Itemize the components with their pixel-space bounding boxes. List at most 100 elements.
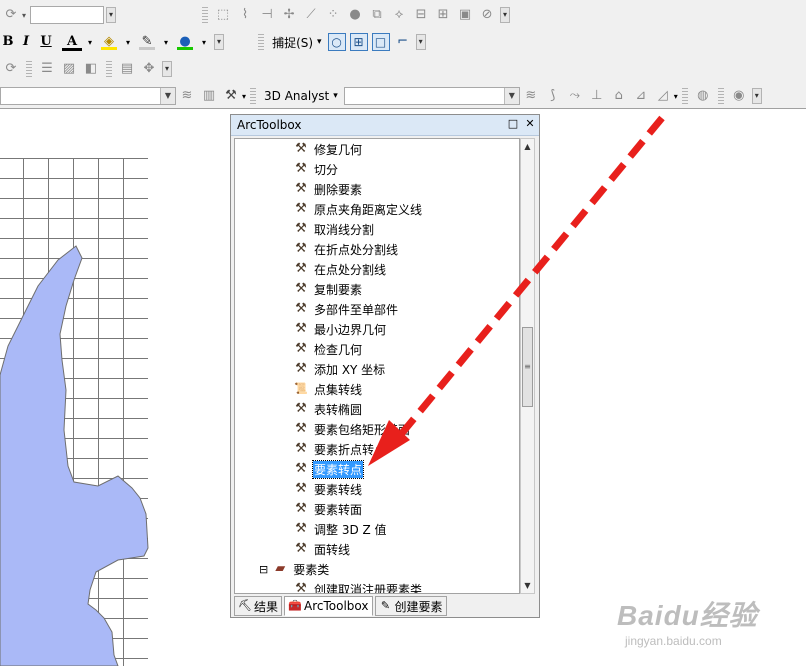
tool-item[interactable]: ⚒ 在点处分割线 <box>293 260 387 278</box>
edit-vertices-icon[interactable]: ⬚ <box>215 7 231 23</box>
sketch-icon[interactable]: ⟡ <box>391 7 407 23</box>
edge-snapping-icon[interactable]: ⌐ <box>395 34 411 50</box>
scroll-thumb[interactable]: ≡ <box>522 327 533 407</box>
tool-item[interactable]: ⚒ 在折点处分割线 <box>293 240 399 258</box>
histogram-icon[interactable]: ▥ <box>201 88 217 104</box>
fill-color-dropdown-icon[interactable]: ▾ <box>126 38 130 47</box>
toolbar-grip[interactable] <box>202 7 209 23</box>
tool-item[interactable]: ⚒ 取消线分割 <box>293 220 375 238</box>
topology-icon[interactable]: ▣ <box>457 7 473 23</box>
attributes-icon[interactable]: ⧉ <box>369 7 385 23</box>
globe-dropdown-icon[interactable]: ◉ <box>731 88 747 104</box>
font-color-button[interactable]: A <box>62 33 82 51</box>
tab-toolbox[interactable]: 🧰 ArcToolbox <box>284 596 373 616</box>
toolbar-grip[interactable] <box>250 88 257 104</box>
profile-icon[interactable]: ⊿ <box>633 88 649 104</box>
tool-item[interactable]: ⚒ 要素折点转点 <box>293 440 387 458</box>
font-color-dropdown-icon[interactable]: ▾ <box>88 38 92 47</box>
end-snapping-icon[interactable]: ⊞ <box>349 33 368 51</box>
sphere-icon[interactable]: ● <box>347 7 363 23</box>
map-view[interactable] <box>0 110 230 666</box>
toolbar-grip[interactable] <box>258 34 265 50</box>
move-icon[interactable]: ✢ <box>281 7 297 23</box>
3d-layer-dropdown[interactable]: ▼ <box>343 87 520 105</box>
toolset-features[interactable]: ⊟ ▰ 要素类 <box>259 560 330 578</box>
refresh-icon[interactable]: ⟳ <box>3 61 19 77</box>
interpolate-icon[interactable]: ⌂ <box>611 88 627 104</box>
3d-analyst-menu-label[interactable]: 3D Analyst <box>264 89 329 103</box>
marker-color-dropdown-icon[interactable]: ▾ <box>202 38 206 47</box>
tool-item[interactable]: ⚒ 要素转点 <box>293 459 365 479</box>
toolbox-tree[interactable]: ⚒ 修复几何 ⚒ 切分 ⚒ 删除要素 ⚒ 原点夹角距离定义线 ⚒ 取消线分割 ⚒ 在折点处分割线 ⚒ 在点… <box>234 138 520 594</box>
tool-item[interactable]: ⚒ 创建取消注册要素类 <box>293 580 423 593</box>
tool-item[interactable]: ⚒ 调整 3D Z 值 <box>293 520 388 538</box>
graph-dropdown-icon[interactable]: ▾ <box>674 92 678 101</box>
collapse-icon[interactable]: ⊟ <box>259 563 268 576</box>
tool-item[interactable]: ⚒ 原点夹角距离定义线 <box>293 200 423 218</box>
tab-create-features[interactable]: ✎ 创建要素 <box>374 596 447 616</box>
scroll-up-icon[interactable]: ▲ <box>521 139 534 154</box>
toolbar-options-chevron[interactable]: ▾ <box>106 7 117 23</box>
close-icon[interactable]: ✕ <box>524 118 536 130</box>
contour-icon[interactable]: ≋ <box>523 88 539 104</box>
tab-results[interactable]: ⛏ 结果 <box>234 596 283 616</box>
observer-icon[interactable]: ⊥ <box>589 88 605 104</box>
toolbar-grip[interactable] <box>26 61 32 77</box>
tool-item[interactable]: ⚒ 要素转线 <box>293 480 363 498</box>
rotate-dropdown-icon[interactable]: ▾ <box>22 11 26 20</box>
hammer-tool-dropdown-icon[interactable]: ▾ <box>242 92 246 101</box>
tool-item[interactable]: ⚒ 表转椭圆 <box>293 400 363 418</box>
tool-item[interactable]: 📜 点集转线 <box>293 380 363 398</box>
tool-item[interactable]: ⚒ 最小边界几何 <box>293 320 387 338</box>
graph-icon[interactable]: ◿ <box>655 88 671 104</box>
toolbar-options-chevron[interactable]: ▾ <box>415 34 426 50</box>
toolbar-grip[interactable] <box>717 88 724 104</box>
toolbar-options-chevron[interactable]: ▾ <box>500 7 511 23</box>
tool-item[interactable]: ⚒ 切分 <box>293 160 339 178</box>
align-icon[interactable]: ⊟ <box>413 7 429 23</box>
fill-color-icon[interactable]: ◈ <box>101 34 118 50</box>
3d-analyst-dropdown-icon[interactable]: ▾ <box>333 91 338 101</box>
toolbar-grip[interactable] <box>681 88 688 104</box>
rotate-icon[interactable]: ⟳ <box>3 7 19 23</box>
line-color-dropdown-icon[interactable]: ▾ <box>164 38 168 47</box>
scroll-down-icon[interactable]: ▼ <box>521 578 534 593</box>
marker-color-icon[interactable]: ● <box>177 34 194 50</box>
image-icon[interactable]: ▨ <box>61 61 77 77</box>
tool-item[interactable]: ⚒ 修复几何 <box>293 140 363 158</box>
layer-icon[interactable]: ◧ <box>83 61 99 77</box>
tool-item[interactable]: ⚒ 面转线 <box>293 540 351 558</box>
line-color-icon[interactable]: ✎ <box>139 34 156 50</box>
chart-icon[interactable]: ▤ <box>119 61 135 77</box>
list-icon[interactable]: ☰ <box>39 61 55 77</box>
globe-icon[interactable]: ◍ <box>695 88 711 104</box>
tool-item[interactable]: ⚒ 要素包络矩形转面 <box>293 420 411 438</box>
layer-dropdown[interactable]: ▼ <box>0 87 176 105</box>
bold-button[interactable]: B <box>0 33 16 51</box>
vertex-snapping-icon[interactable]: □ <box>371 33 390 51</box>
underline-button[interactable]: U <box>36 33 56 51</box>
toolbar-options-chevron[interactable]: ▾ <box>214 34 225 50</box>
steepest-path-icon[interactable]: ⟆ <box>545 88 561 104</box>
split-icon[interactable]: ⊣ <box>259 7 275 23</box>
arctoolbox-title-bar[interactable]: ArcToolbox □ ✕ <box>231 115 539 136</box>
hammer-tool-icon[interactable]: ⚒ <box>223 88 239 104</box>
tree-scrollbar[interactable]: ▲ ≡ ▼ <box>520 138 535 594</box>
restore-icon[interactable]: □ <box>507 118 519 130</box>
tool-item[interactable]: ⚒ 多部件至单部件 <box>293 300 399 318</box>
tool-item[interactable]: ⚒ 添加 XY 坐标 <box>293 360 386 378</box>
rotation-input[interactable] <box>30 6 105 24</box>
table-icon[interactable]: ⊞ <box>435 7 451 23</box>
cut-polygon-icon[interactable]: ⟋ <box>303 7 319 23</box>
zoom-full-icon[interactable]: ✥ <box>141 61 157 77</box>
scatter-icon[interactable]: ⁘ <box>325 7 341 23</box>
clear-icon[interactable]: ⊘ <box>479 7 495 23</box>
toolbar-options-chevron[interactable]: ▾ <box>751 88 762 104</box>
toolbar-options-chevron[interactable]: ▾ <box>162 61 172 77</box>
snapping-menu-label[interactable]: 捕捉(S) <box>272 34 313 51</box>
line-of-sight-icon[interactable]: ⤳ <box>567 88 583 104</box>
toolbar-grip[interactable] <box>106 61 112 77</box>
point-snapping-icon[interactable]: ○ <box>327 33 346 51</box>
tool-item[interactable]: ⚒ 检查几何 <box>293 340 363 358</box>
italic-button[interactable]: I <box>16 33 36 51</box>
